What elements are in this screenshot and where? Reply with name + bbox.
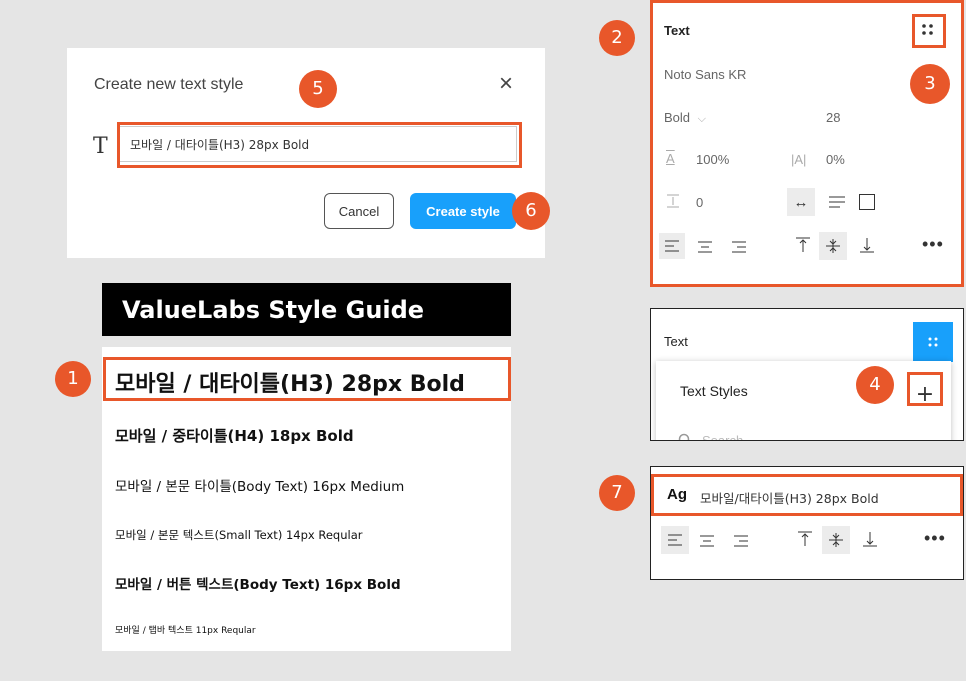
font-family-value[interactable]: Noto Sans KR (664, 67, 746, 82)
highlight-h3 (103, 357, 511, 401)
close-icon[interactable]: × (499, 70, 513, 98)
applied-align-left-icon[interactable] (661, 526, 689, 554)
highlight-add-style (907, 372, 943, 406)
style-guide-header: ValueLabs Style Guide (102, 283, 511, 336)
line-height-icon: A (666, 151, 675, 166)
highlight-style-grid (912, 14, 946, 48)
align-top-icon[interactable] (795, 237, 811, 258)
step-badge-5: 5 (299, 70, 337, 108)
search-input[interactable]: Search (702, 433, 743, 440)
cancel-button[interactable]: Cancel (324, 193, 394, 229)
font-weight-value[interactable]: Bold ⌵ (664, 110, 706, 126)
step-badge-3: 3 (910, 64, 950, 104)
font-weight-label: Bold (664, 110, 691, 125)
align-left-icon[interactable] (659, 233, 685, 259)
style-guide-item-tabbar-text: 모바일 / 탭바 텍스트 11px Reqular (115, 626, 256, 636)
create-style-label: Create style (426, 203, 500, 219)
auto-width-icon[interactable]: ↔ (787, 188, 815, 216)
paragraph-spacing-value[interactable]: 0 (696, 195, 703, 210)
step-badge-2: 2 (599, 20, 635, 56)
ag-icon: Ag (667, 486, 687, 503)
highlight-name-input (117, 122, 522, 168)
cancel-button-label: Cancel (338, 203, 380, 219)
style-guide-title: ValueLabs Style Guide (122, 296, 425, 324)
applied-align-bottom-icon[interactable] (862, 531, 878, 552)
style-guide-item-body-title: 모바일 / 본문 타이틀(Body Text) 16px Medium (115, 479, 405, 495)
line-height-value[interactable]: 100% (696, 152, 729, 167)
step-badge-4: 4 (856, 366, 894, 404)
search-icon (678, 433, 692, 440)
font-size-value[interactable]: 28 (826, 110, 840, 125)
style-guide-item-button-text: 모바일 / 버튼 텍스트(Body Text) 16px Bold (115, 577, 401, 593)
applied-style-name[interactable]: 모바일/대타이틀(H3) 28px Bold (700, 488, 879, 507)
style-guide-item-small-text: 모바일 / 본문 텍스트(Small Text) 14px Reqular (115, 528, 363, 542)
auto-height-icon[interactable] (828, 195, 846, 209)
applied-align-top-icon[interactable] (797, 531, 813, 552)
style-grid-icon-active[interactable] (913, 322, 953, 362)
create-style-button[interactable]: Create style (410, 193, 516, 229)
chevron-down-icon: ⌵ (697, 113, 706, 125)
styles-panel-title: Text (664, 334, 688, 349)
step-badge-1: 1 (55, 361, 91, 397)
text-type-icon: T (93, 134, 108, 159)
dialog-title: Create new text style (94, 76, 244, 93)
align-middle-icon[interactable] (819, 232, 847, 260)
applied-more-options-icon[interactable]: ••• (924, 528, 946, 549)
align-bottom-icon[interactable] (859, 237, 875, 258)
letter-spacing-icon: |A| (791, 152, 807, 167)
paragraph-spacing-icon (665, 193, 681, 209)
align-center-icon[interactable] (697, 240, 713, 258)
more-options-icon[interactable]: ••• (922, 234, 944, 255)
letter-spacing-value[interactable]: 0% (826, 152, 845, 167)
applied-align-center-icon[interactable] (699, 534, 715, 552)
step-badge-7: 7 (599, 475, 635, 511)
applied-align-right-icon[interactable] (733, 534, 749, 552)
fixed-size-icon[interactable] (859, 194, 875, 210)
align-right-icon[interactable] (731, 240, 747, 258)
applied-align-middle-icon[interactable] (822, 526, 850, 554)
step-badge-6: 6 (512, 192, 550, 230)
text-styles-title: Text Styles (680, 383, 748, 399)
text-panel-title: Text (664, 23, 690, 38)
style-guide-item-h4: 모바일 / 중타이틀(H4) 18px Bold (115, 427, 354, 445)
